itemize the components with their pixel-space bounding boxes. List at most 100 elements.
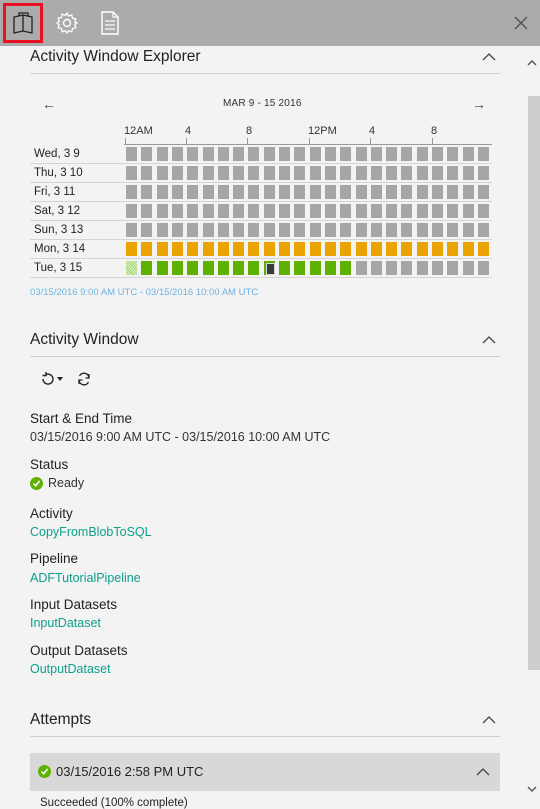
activity-window-cell[interactable]	[447, 204, 459, 218]
activity-window-cell[interactable]	[324, 204, 336, 218]
activity-window-cell[interactable]	[355, 185, 367, 199]
activity-window-cell[interactable]	[370, 185, 382, 199]
activity-window-cell[interactable]	[462, 166, 474, 180]
activity-window-cell[interactable]	[279, 204, 290, 218]
activity-window-cell[interactable]	[202, 261, 214, 275]
tab-settings[interactable]	[47, 3, 87, 43]
activity-window-cell[interactable]	[187, 223, 199, 237]
next-week-button[interactable]: →	[472, 96, 486, 112]
activity-window-cell[interactable]	[401, 204, 413, 218]
activity-window-cell[interactable]	[416, 242, 428, 256]
close-button[interactable]	[508, 10, 534, 36]
activity-window-cell[interactable]	[447, 261, 459, 275]
activity-window-cell[interactable]	[340, 147, 352, 161]
activity-window-cell[interactable]	[294, 185, 306, 199]
activity-window-cell[interactable]	[416, 147, 428, 161]
activity-window-cell[interactable]	[477, 204, 489, 218]
activity-window-cell[interactable]	[156, 242, 168, 256]
activity-window-cell[interactable]	[141, 242, 153, 256]
activity-window-cell[interactable]	[217, 204, 229, 218]
activity-window-cell[interactable]	[416, 166, 428, 180]
activity-window-cell[interactable]	[309, 261, 321, 275]
activity-window-cell[interactable]	[248, 166, 260, 180]
activity-window-cell[interactable]	[309, 166, 321, 180]
activity-window-cell[interactable]	[462, 204, 474, 218]
activity-window-cell[interactable]	[324, 185, 336, 199]
activity-window-cell[interactable]	[324, 261, 336, 275]
activity-window-cell[interactable]	[355, 204, 367, 218]
activity-window-cell[interactable]	[156, 147, 168, 161]
activity-window-cell[interactable]	[126, 204, 137, 218]
activity-window-cell[interactable]	[370, 166, 382, 180]
activity-window-cell[interactable]	[432, 261, 443, 275]
activity-window-cell[interactable]	[141, 223, 153, 237]
activity-window-cell[interactable]	[248, 242, 260, 256]
activity-window-cell[interactable]	[340, 166, 352, 180]
activity-window-cell[interactable]	[309, 242, 321, 256]
activity-window-cell[interactable]	[386, 166, 398, 180]
activity-window-cell[interactable]	[279, 242, 290, 256]
activity-window-cell[interactable]	[217, 166, 229, 180]
activity-window-cell[interactable]	[294, 204, 306, 218]
activity-window-cell[interactable]	[386, 223, 398, 237]
activity-window-cell[interactable]	[279, 185, 290, 199]
activity-window-cell[interactable]	[171, 166, 183, 180]
activity-window-cell[interactable]	[156, 166, 168, 180]
activity-window-cell[interactable]	[233, 204, 245, 218]
activity-window-cell[interactable]	[432, 166, 443, 180]
activity-window-cell[interactable]	[477, 185, 489, 199]
activity-window-cell[interactable]	[401, 223, 413, 237]
activity-window-cell[interactable]	[416, 223, 428, 237]
activity-window-cell[interactable]	[171, 204, 183, 218]
activity-window-cell[interactable]	[340, 242, 352, 256]
activity-window-cell[interactable]	[171, 223, 183, 237]
activity-window-cell[interactable]	[126, 223, 137, 237]
activity-window-cell[interactable]	[263, 166, 275, 180]
activity-window-cell[interactable]	[202, 166, 214, 180]
activity-window-cell[interactable]	[187, 242, 199, 256]
activity-window-cell[interactable]	[401, 242, 413, 256]
activity-window-cell[interactable]	[217, 242, 229, 256]
activity-window-cell[interactable]	[324, 166, 336, 180]
activity-window-cell[interactable]	[202, 147, 214, 161]
activity-window-cell[interactable]	[126, 242, 137, 256]
activity-window-cell[interactable]	[263, 204, 275, 218]
activity-window-cell[interactable]	[126, 147, 137, 161]
activity-window-cell[interactable]	[126, 185, 137, 199]
activity-window-cell[interactable]	[324, 242, 336, 256]
activity-window-cell[interactable]	[187, 166, 199, 180]
activity-window-cell[interactable]	[171, 147, 183, 161]
activity-window-cell[interactable]	[447, 185, 459, 199]
activity-window-cell[interactable]	[233, 242, 245, 256]
activity-window-cell[interactable]	[309, 223, 321, 237]
activity-window-cell[interactable]	[217, 147, 229, 161]
activity-window-cell[interactable]	[416, 204, 428, 218]
activity-window-cell[interactable]	[462, 242, 474, 256]
activity-window-cell[interactable]	[171, 185, 183, 199]
activity-window-cell[interactable]	[217, 261, 229, 275]
activity-window-cell[interactable]	[370, 261, 382, 275]
activity-window-cell[interactable]	[141, 185, 153, 199]
activity-window-cell[interactable]	[477, 147, 489, 161]
activity-window-cell[interactable]	[248, 261, 260, 275]
activity-window-cell[interactable]	[248, 204, 260, 218]
activity-window-cell[interactable]	[370, 204, 382, 218]
activity-window-cell[interactable]	[401, 166, 413, 180]
activity-window-cell[interactable]	[187, 204, 199, 218]
activity-window-cell[interactable]	[248, 147, 260, 161]
activity-window-cell[interactable]	[401, 147, 413, 161]
activity-window-cell[interactable]	[416, 185, 428, 199]
activity-window-cell[interactable]	[432, 204, 443, 218]
activity-window-cell[interactable]	[309, 204, 321, 218]
activity-window-cell[interactable]	[156, 223, 168, 237]
activity-window-cell[interactable]	[202, 223, 214, 237]
activity-window-cell[interactable]	[187, 261, 199, 275]
refresh-button[interactable]	[76, 370, 92, 388]
activity-window-cell[interactable]	[263, 223, 275, 237]
activity-window-cell[interactable]	[447, 242, 459, 256]
activity-window-cell[interactable]	[477, 261, 489, 275]
activity-window-cell[interactable]	[477, 242, 489, 256]
activity-window-cell[interactable]	[233, 147, 245, 161]
activity-window-cell[interactable]	[248, 185, 260, 199]
input-dataset-link[interactable]: InputDataset	[30, 616, 101, 630]
